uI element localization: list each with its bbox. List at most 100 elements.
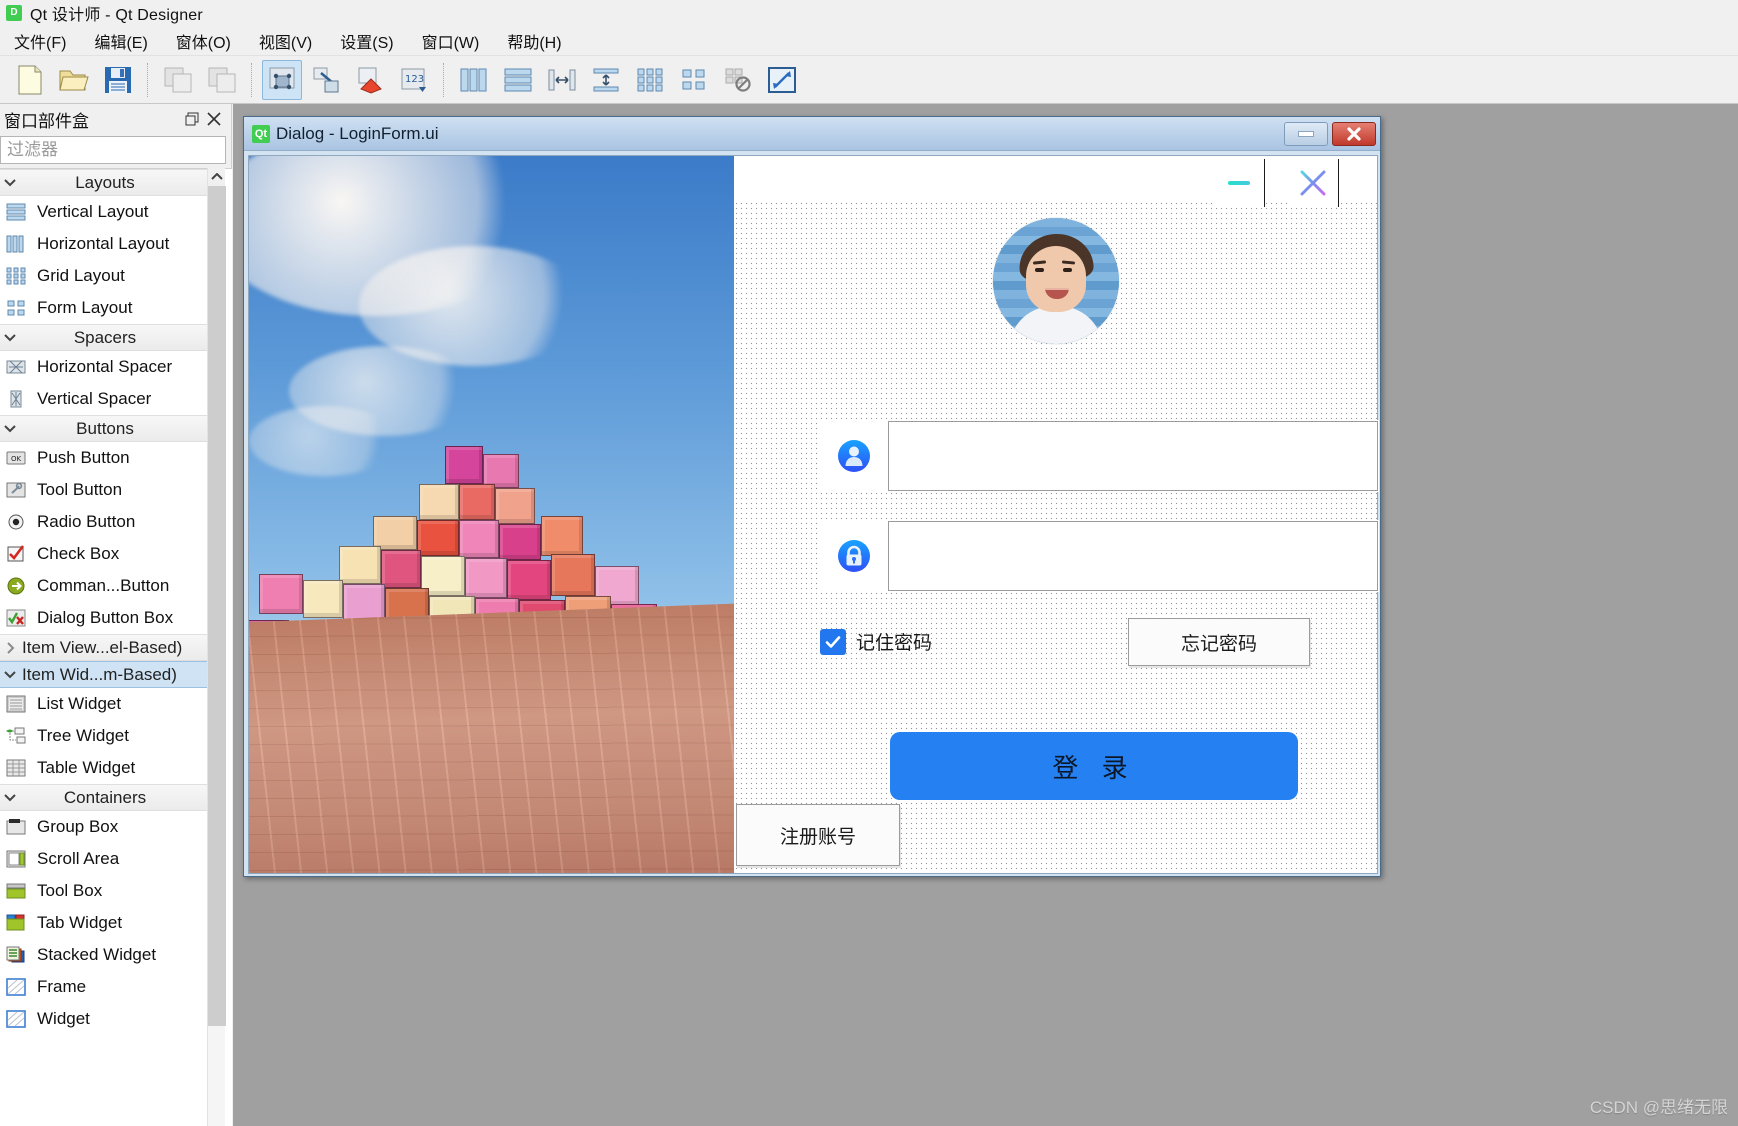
grid-layout-icon [4, 265, 28, 287]
widget-category-spacers[interactable]: Spacers [0, 324, 210, 351]
widget-category-label: Layouts [75, 172, 135, 192]
menu-form[interactable]: 窗体(O) [162, 25, 245, 57]
widget-category-item-view-el-based[interactable]: Item View...el-Based) [0, 634, 210, 661]
widget-icon [4, 1008, 28, 1030]
widget-item-push-button[interactable]: OK Push Button [0, 442, 210, 474]
vertical-spacer-icon [4, 388, 28, 410]
menu-view[interactable]: 视图(V) [245, 25, 326, 57]
menu-edit[interactable]: 编辑(E) [80, 25, 161, 57]
lock-icon [820, 539, 888, 573]
undo-icon[interactable] [158, 60, 198, 100]
widget-item-tool-button[interactable]: Tool Button [0, 474, 210, 506]
form-close-button[interactable] [1332, 121, 1376, 146]
widget-item-scroll-area[interactable]: Scroll Area [0, 843, 210, 875]
brick-ground [249, 600, 734, 873]
widget-item-comman-button[interactable]: Comman...Button [0, 570, 210, 602]
layout-splitter-horizontal-icon[interactable] [542, 60, 582, 100]
undock-icon[interactable] [181, 108, 203, 130]
password-input[interactable] [888, 521, 1378, 591]
widget-item-table-widget[interactable]: Table Widget [0, 752, 210, 784]
widget-item-list-widget[interactable]: List Widget [0, 688, 210, 720]
layout-vertically-icon[interactable] [498, 60, 538, 100]
form-canvas: 记住密码 忘记密码 登 录 注册账号 [248, 155, 1379, 874]
scroll-up-icon[interactable] [208, 168, 225, 186]
widget-box-header: 窗口部件盒 [0, 104, 231, 134]
menu-help[interactable]: 帮助(H) [493, 25, 575, 57]
tree-widget-icon [4, 725, 28, 747]
title-bar: D Qt 设计师 - Qt Designer [0, 0, 1738, 26]
layout-grid-icon[interactable] [630, 60, 670, 100]
break-layout-icon[interactable] [718, 60, 758, 100]
widget-item-dialog-button-box[interactable]: Dialog Button Box [0, 602, 210, 634]
widget-category-containers[interactable]: Containers [0, 784, 210, 811]
widget-item-vertical-layout[interactable]: Vertical Layout [0, 196, 210, 228]
login-button[interactable]: 登 录 [890, 732, 1298, 800]
form-window-titlebar[interactable]: Qt Dialog - LoginForm.ui [244, 117, 1380, 151]
close-icon[interactable] [1287, 159, 1339, 207]
tool-box-icon [4, 880, 28, 902]
menu-window[interactable]: 窗口(W) [408, 25, 494, 57]
edit-signals-slots-icon[interactable] [306, 60, 346, 100]
widget-item-grid-layout[interactable]: Grid Layout [0, 260, 210, 292]
widget-item-horizontal-layout[interactable]: Horizontal Layout [0, 228, 210, 260]
checkbox-checked-icon[interactable] [820, 628, 846, 655]
open-file-icon[interactable] [54, 60, 94, 100]
form-minimize-button[interactable] [1284, 121, 1328, 146]
widget-item-tab-widget[interactable]: Tab Widget [0, 907, 210, 939]
login-top-strip [734, 156, 1377, 199]
menu-settings[interactable]: 设置(S) [326, 25, 407, 57]
widget-item-label: List Widget [37, 694, 122, 713]
layout-form-icon[interactable] [674, 60, 714, 100]
chevron-down-icon[interactable] [0, 670, 20, 679]
chevron-right-icon[interactable] [0, 641, 20, 654]
remember-password-checkbox[interactable]: 记住密码 [820, 628, 932, 655]
redo-icon[interactable] [202, 60, 242, 100]
widget-box-scrollbar[interactable] [207, 168, 226, 1126]
widget-item-group-box[interactable]: Group Box [0, 811, 210, 843]
chevron-down-icon[interactable] [0, 178, 20, 187]
filter-input[interactable] [5, 139, 225, 161]
widget-item-radio-button[interactable]: Radio Button [0, 506, 210, 538]
widget-item-check-box[interactable]: Check Box [0, 538, 210, 570]
table-widget-icon [4, 757, 28, 779]
layout-horizontally-icon[interactable] [454, 60, 494, 100]
filter-field-wrap[interactable] [0, 136, 226, 164]
chevron-down-icon[interactable] [0, 793, 20, 802]
register-button[interactable]: 注册账号 [736, 804, 900, 866]
new-file-icon[interactable] [10, 60, 50, 100]
widget-item-tool-box[interactable]: Tool Box [0, 875, 210, 907]
scrollbar-thumb[interactable] [208, 186, 226, 1026]
vertical-layout-icon [4, 201, 28, 223]
widget-item-form-layout[interactable]: Form Layout [0, 292, 210, 324]
widget-item-horizontal-spacer[interactable]: Horizontal Spacer [0, 351, 210, 383]
edit-tab-order-icon[interactable]: 123 [394, 60, 434, 100]
edit-buddies-icon[interactable] [350, 60, 390, 100]
layout-splitter-vertical-icon[interactable] [586, 60, 626, 100]
widget-item-label: Tool Button [37, 480, 123, 499]
menu-file[interactable]: 文件(F) [0, 25, 80, 57]
widget-category-item-wid-m-based[interactable]: Item Wid...m-Based) [0, 661, 210, 688]
widget-item-widget[interactable]: Widget [0, 1003, 210, 1035]
svg-text:OK: OK [11, 455, 22, 463]
adjust-size-icon[interactable] [762, 60, 802, 100]
widget-item-vertical-spacer[interactable]: Vertical Spacer [0, 383, 210, 415]
save-file-icon[interactable] [98, 60, 138, 100]
stacked-widget-icon [4, 944, 28, 966]
chevron-down-icon[interactable] [0, 424, 20, 433]
chevron-down-icon[interactable] [0, 333, 20, 342]
widget-item-label: Comman...Button [37, 576, 170, 595]
minimize-icon[interactable] [1213, 159, 1265, 207]
widget-category-buttons[interactable]: Buttons [0, 415, 210, 442]
widget-item-stacked-widget[interactable]: Stacked Widget [0, 939, 210, 971]
widget-item-frame[interactable]: Frame [0, 971, 210, 1003]
username-input[interactable] [888, 421, 1378, 491]
qt-designer-icon: D [6, 5, 22, 21]
edit-widgets-icon[interactable] [262, 59, 302, 100]
close-icon[interactable] [203, 108, 225, 130]
forgot-password-button[interactable]: 忘记密码 [1128, 618, 1310, 666]
widget-item-tree-widget[interactable]: Tree Widget [0, 720, 210, 752]
widget-category-layouts[interactable]: Layouts [0, 169, 210, 196]
widget-item-label: Frame [37, 977, 87, 996]
watermark: CSDN @思绪无限 [1589, 1098, 1728, 1117]
widget-box-title: 窗口部件盒 [4, 111, 89, 131]
